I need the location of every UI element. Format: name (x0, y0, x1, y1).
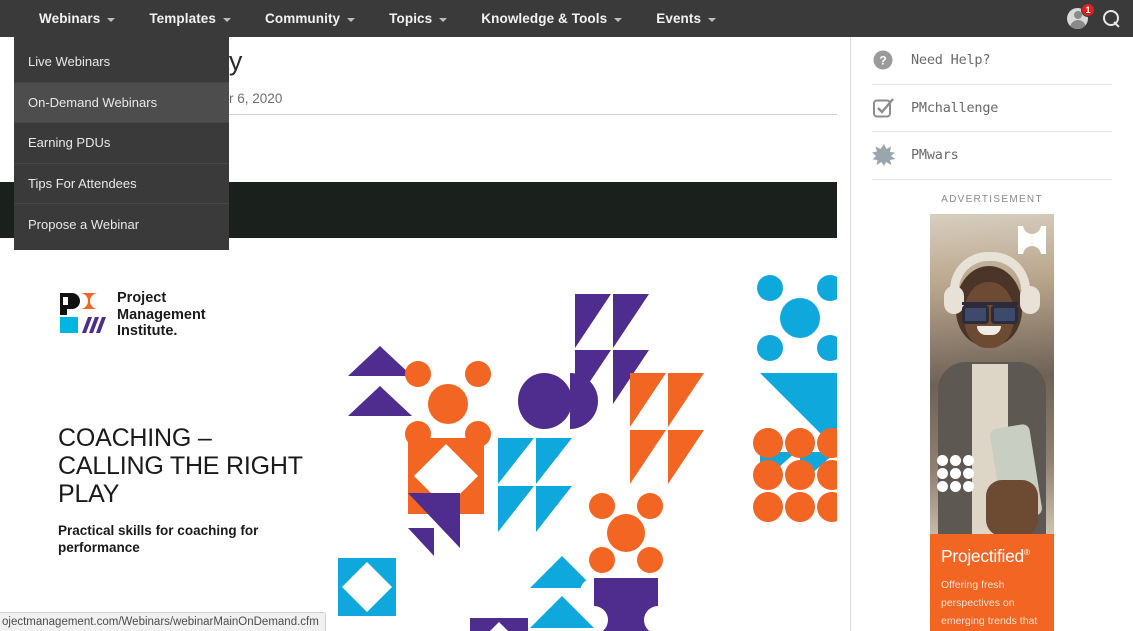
dropdown-item-tips-for-attendees[interactable]: Tips For Attendees (14, 162, 229, 204)
nav-item-label: Webinars (39, 11, 101, 26)
nav-item-label: Community (265, 11, 341, 26)
status-bar-url: ojectmanagement.com/Webinars/webinarMain… (2, 616, 319, 628)
dropdown-item-propose-a-webinar[interactable]: Propose a Webinar (14, 203, 229, 244)
sidebar-item-label: PMchallenge (911, 99, 999, 116)
ad-overlay-dot-grid (937, 454, 974, 492)
pmi-logo-line-2: Management (117, 306, 206, 323)
navbar-right-actions: 1 (1067, 0, 1121, 37)
ad-photo-headphone-left (944, 285, 964, 314)
ad-photo-glasses (962, 301, 1018, 324)
dropdown-item-label: On-Demand Webinars (28, 94, 158, 110)
sidebar-item-pmwars[interactable]: PMwars (872, 132, 1112, 180)
ad-photo-headphone-band (950, 251, 1030, 290)
nav-item-knowledge-and-tools[interactable]: Knowledge & Tools (464, 11, 639, 26)
sidebar-item-label: PMwars (911, 147, 959, 164)
search-icon[interactable] (1103, 9, 1121, 28)
pmi-logo-line-3: Institute. (117, 323, 178, 339)
registered-mark: ® (1023, 547, 1030, 557)
sidebar-item-pmchallenge[interactable]: PMchallenge (872, 85, 1112, 132)
nav-item-label: Templates (149, 11, 217, 26)
advertisement-brand: Projectified® (941, 546, 1043, 567)
svg-text:?: ? (879, 54, 886, 68)
right-sidebar: ? Need Help? PMchallenge PMwars ADVERTIS… (850, 37, 1133, 631)
advertisement-photo (930, 213, 1054, 534)
chevron-down-icon (107, 17, 116, 22)
webinar-slide: Project Management Institute. COACHING –… (0, 238, 837, 631)
nav-item-label: Events (656, 11, 702, 26)
ad-photo-headphone-right (1020, 285, 1040, 314)
chevron-down-icon (439, 17, 448, 22)
chevron-down-icon (223, 17, 232, 22)
dropdown-item-label: Tips For Attendees (28, 176, 137, 192)
webinars-dropdown-menu: Live Webinars On-Demand Webinars Earning… (14, 37, 229, 250)
ad-overlay-hourglass-shape (1018, 225, 1046, 254)
dropdown-item-label: Earning PDUs (28, 135, 111, 151)
avatar[interactable]: 1 (1067, 2, 1095, 30)
nav-item-webinars[interactable]: Webinars (22, 11, 132, 26)
dropdown-item-label: Propose a Webinar (28, 216, 140, 232)
advertisement-brand-name: Projectified (941, 545, 1024, 566)
pattern-svg (338, 275, 837, 631)
pmi-geometric-pattern (330, 238, 837, 631)
dropdown-item-live-webinars[interactable]: Live Webinars (14, 41, 229, 82)
nav-item-label: Topics (389, 11, 433, 26)
advertisement-tagline: Offering fresh perspectives on emerging … (941, 578, 1038, 627)
starburst-icon (872, 144, 896, 167)
nav-item-events[interactable]: Events (639, 11, 733, 26)
main-navbar: Webinars Templates Community Topics Know… (0, 0, 1133, 37)
pmi-logo-text: Project Management Institute. (117, 290, 206, 340)
notification-badge: 1 (1081, 2, 1095, 17)
advertisement-label: ADVERTISEMENT (941, 193, 1043, 205)
chevron-down-icon (614, 17, 623, 22)
dropdown-item-label: Live Webinars (28, 53, 111, 69)
slide-subtitle: Practical skills for coaching for perfor… (58, 523, 259, 555)
checkbox-check-icon (872, 97, 894, 119)
advertisement-wrap: Projectified® Offering fresh perspective… (851, 213, 1133, 631)
question-circle-icon: ? (872, 49, 894, 71)
pmi-logo-line-1: Project (117, 290, 167, 306)
nav-item-templates[interactable]: Templates (132, 11, 248, 26)
advertisement-banner[interactable]: Projectified® Offering fresh perspective… (930, 213, 1054, 631)
dropdown-item-on-demand-webinars[interactable]: On-Demand Webinars (14, 81, 229, 123)
browser-viewport: Webinars Templates Community Topics Know… (0, 0, 1133, 631)
pmi-logo: Project Management Institute. (52, 290, 206, 340)
advertisement-text-block: Projectified® Offering fresh perspective… (930, 533, 1054, 631)
ad-photo-smile (977, 325, 1001, 335)
sidebar-item-need-help[interactable]: ? Need Help? (872, 37, 1112, 85)
dropdown-item-earning-pdus[interactable]: Earning PDUs (14, 122, 229, 163)
slide-title: COACHING – CALLING THE RIGHT PLAY (58, 424, 303, 508)
navbar-items: Webinars Templates Community Topics Know… (0, 11, 733, 26)
nav-item-label: Knowledge & Tools (481, 11, 608, 26)
nav-item-topics[interactable]: Topics (372, 11, 464, 26)
pmi-logo-svg (52, 292, 106, 333)
browser-status-bar: ojectmanagement.com/Webinars/webinarMain… (0, 612, 326, 631)
nav-item-community[interactable]: Community (248, 11, 372, 26)
chevron-down-icon (708, 17, 717, 22)
pmi-logo-mark (52, 291, 108, 339)
ad-photo-hand (986, 479, 1038, 534)
chevron-down-icon (347, 17, 356, 22)
sidebar-item-label: Need Help? (911, 52, 991, 69)
